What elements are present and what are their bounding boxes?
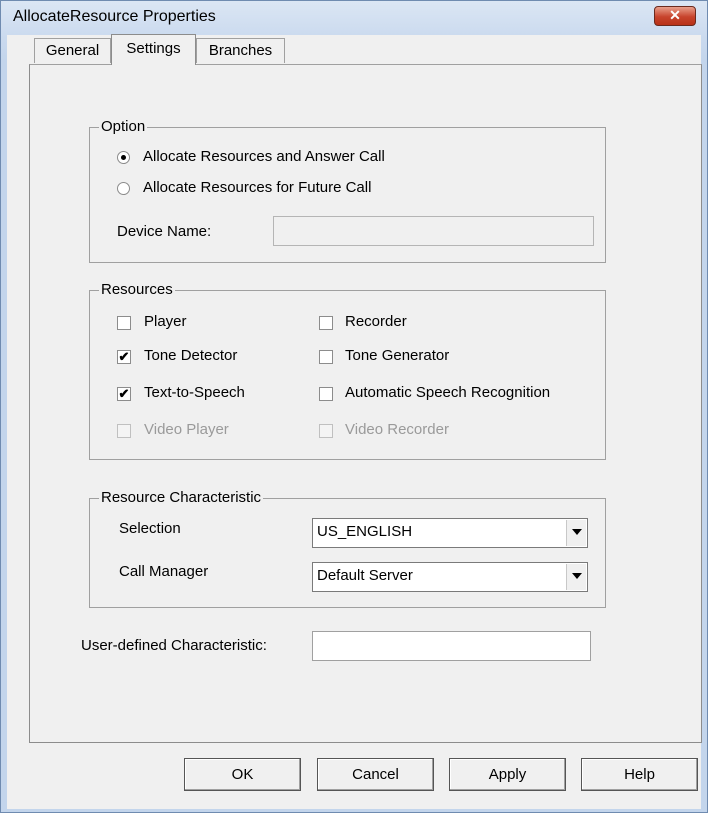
checkmark-icon: ✔ [118,386,130,401]
video-recorder-label: Video Recorder [345,421,449,438]
ok-button[interactable]: OK [184,758,301,791]
tab-general[interactable]: General [34,38,111,63]
apply-button-label: Apply [488,766,527,783]
help-button[interactable]: Help [581,758,698,791]
asr-label[interactable]: Automatic Speech Recognition [345,384,550,401]
cancel-button-label: Cancel [352,766,399,783]
text-to-speech-label[interactable]: Text-to-Speech [144,384,245,401]
tone-generator-checkbox[interactable] [319,350,333,364]
text-to-speech-checkbox[interactable]: ✔ [117,387,131,401]
tab-settings[interactable]: Settings [111,34,196,65]
player-checkbox[interactable] [117,316,131,330]
tone-detector-label[interactable]: Tone Detector [144,347,237,364]
chevron-down-icon[interactable] [566,564,586,590]
answer-call-radio[interactable] [117,151,130,164]
resources-group-legend: Resources [99,281,175,298]
close-button[interactable]: ✕ [654,6,696,26]
cancel-button[interactable]: Cancel [317,758,434,791]
video-player-checkbox [117,424,131,438]
call-manager-value: Default Server [317,567,413,584]
tab-label: Settings [126,40,181,57]
answer-call-label[interactable]: Allocate Resources and Answer Call [143,148,385,165]
device-name-field[interactable] [273,216,594,246]
device-name-label: Device Name: [117,223,212,240]
future-call-label[interactable]: Allocate Resources for Future Call [143,179,371,196]
selection-value: US_ENGLISH [317,523,413,540]
selection-label: Selection [119,520,181,537]
player-label[interactable]: Player [144,313,187,330]
ok-button-label: OK [231,766,254,783]
radio-selected-dot [121,155,126,160]
asr-checkbox[interactable] [319,387,333,401]
user-defined-field[interactable] [312,631,591,661]
recorder-checkbox[interactable] [319,316,333,330]
recorder-label[interactable]: Recorder [345,313,407,330]
resource-characteristic-legend: Resource Characteristic [99,489,264,506]
tab-label: General [45,42,100,59]
future-call-radio[interactable] [117,182,130,195]
help-button-label: Help [624,766,655,783]
video-recorder-checkbox [319,424,333,438]
option-group-legend: Option [99,118,148,135]
tone-generator-label[interactable]: Tone Generator [345,347,449,364]
tab-label: Branches [208,42,273,59]
tab-branches[interactable]: Branches [196,38,285,63]
window-title: AllocateResource Properties [13,8,216,25]
chevron-down-icon[interactable] [566,520,586,546]
call-manager-label: Call Manager [119,563,209,580]
apply-button[interactable]: Apply [449,758,566,791]
title-bar[interactable]: AllocateResource Properties ✕ [1,1,707,35]
selection-dropdown[interactable]: US_ENGLISH [312,518,588,548]
close-icon: ✕ [669,7,681,23]
user-defined-label: User-defined Characteristic: [81,637,267,654]
checkmark-icon: ✔ [118,349,130,364]
tone-detector-checkbox[interactable]: ✔ [117,350,131,364]
call-manager-dropdown[interactable]: Default Server [312,562,588,592]
video-player-label: Video Player [144,421,229,438]
